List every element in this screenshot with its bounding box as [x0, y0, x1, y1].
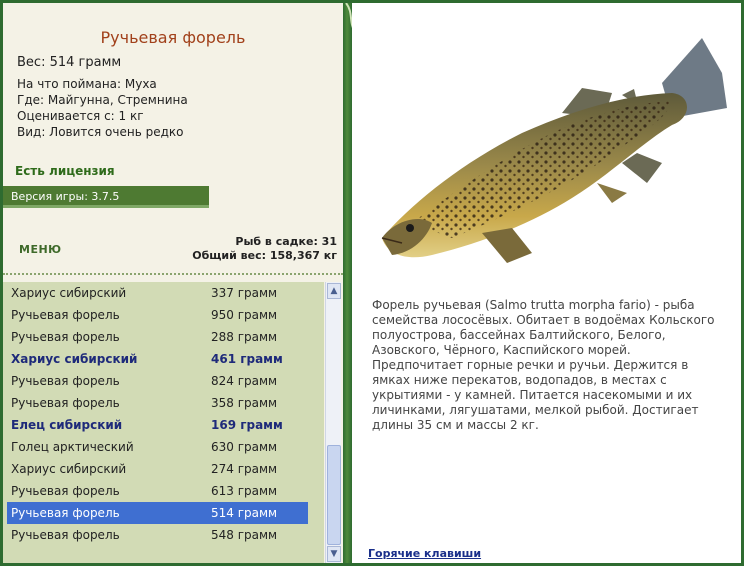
fish-weight-cell: 950 грамм: [211, 308, 278, 322]
caught-with: На что поймана: Муха: [17, 77, 157, 91]
list-item[interactable]: Ручьевая форель 358 грамм: [3, 392, 324, 414]
app-window: Ручьевая форель Вес: 514 грамм На что по…: [0, 0, 744, 566]
fish-weight-cell: 548 грамм: [211, 528, 278, 542]
game-version: Версия игры: 3.7.5: [3, 186, 209, 208]
list-item[interactable]: Голец арктический 630 грамм: [3, 436, 324, 458]
fish-info: На что поймана: Муха Где: Майгунна, Стре…: [17, 76, 188, 140]
hotkeys-link[interactable]: Горячие клавиши: [368, 547, 481, 560]
fish-weight-cell: 337 грамм: [211, 286, 278, 300]
fish-value: Оценивается с: 1 кг: [17, 109, 144, 123]
list-item[interactable]: Ручьевая форель 288 грамм: [3, 326, 324, 348]
fish-name: Хариус сибирский: [11, 462, 127, 476]
catch-location: Где: Майгунна, Стремнина: [17, 93, 188, 107]
fish-name: Ручьевая форель: [11, 396, 120, 410]
fish-weight-cell: 169 грамм: [211, 418, 283, 432]
fish-name: Елец сибирский: [11, 418, 123, 432]
fish-name: Ручьевая форель: [11, 528, 120, 542]
scrollbar-thumb[interactable]: [327, 445, 341, 545]
trout-image: [381, 38, 727, 263]
list-item[interactable]: Хариус сибирский 461 грамм: [3, 348, 324, 370]
fish-name: Ручьевая форель: [11, 308, 120, 322]
fish-title: Ручьевая форель: [100, 28, 246, 47]
fish-name: Ручьевая форель: [11, 484, 120, 498]
fish-rarity: Вид: Ловится очень редко: [17, 125, 184, 139]
list-item[interactable]: Ручьевая форель 514 грамм: [7, 502, 308, 524]
fish-name: Голец арктический: [11, 440, 134, 454]
fish-weight-cell: 288 грамм: [211, 330, 278, 344]
panel-divider: [343, 3, 352, 563]
list-item[interactable]: Ручьевая форель 950 грамм: [3, 304, 324, 326]
fish-weight-cell: 461 грамм: [211, 352, 283, 366]
fish-weight-cell: 613 грамм: [211, 484, 278, 498]
chevron-down-icon[interactable]: ▼: [327, 546, 341, 562]
list-item[interactable]: Елец сибирский 169 грамм: [3, 414, 324, 436]
fish-weight-cell: 514 грамм: [211, 506, 278, 520]
fish-description: Форель ручьевая (Salmo trutta morpha far…: [372, 298, 715, 432]
fish-weight: Вес: 514 грамм: [17, 55, 122, 70]
total-weight: Общий вес: 158,367 кг: [192, 249, 337, 262]
fish-weight-cell: 274 грамм: [211, 462, 278, 476]
list-item[interactable]: Хариус сибирский 274 грамм: [3, 458, 324, 480]
cage-stats: Рыб в садке: 31 Общий вес: 158,367 кг: [192, 235, 337, 263]
fish-in-cage: Рыб в садке: 31: [235, 235, 337, 248]
fish-name: Хариус сибирский: [11, 352, 138, 366]
fish-list[interactable]: Хариус сибирский 337 грамм Ручьевая форель…: [3, 282, 324, 563]
list-item[interactable]: Ручьевая форель 824 грамм: [3, 370, 324, 392]
fish-weight-cell: 630 грамм: [211, 440, 278, 454]
list-item[interactable]: Ручьевая форель 613 грамм: [3, 480, 324, 502]
fish-weight-cell: 358 грамм: [211, 396, 278, 410]
left-panel: Ручьевая форель Вес: 514 грамм На что по…: [3, 3, 343, 563]
list-item[interactable]: Хариус сибирский 337 грамм: [3, 282, 324, 304]
fish-name: Ручьевая форель: [11, 374, 120, 388]
menu-button[interactable]: МЕНЮ: [19, 243, 62, 256]
right-panel: Форель ручьевая (Salmo trutta morpha far…: [352, 3, 741, 563]
chevron-up-icon[interactable]: ▲: [327, 283, 341, 299]
fish-name: Ручьевая форель: [11, 506, 120, 520]
list-scrollbar[interactable]: ▲ ▼: [325, 282, 341, 563]
dotted-divider: [3, 273, 343, 275]
license-status: Есть лицензия: [15, 164, 115, 178]
fish-weight-cell: 824 грамм: [211, 374, 278, 388]
fish-name: Ручьевая форель: [11, 330, 120, 344]
fish-name: Хариус сибирский: [11, 286, 127, 300]
list-item[interactable]: Ручьевая форель 548 грамм: [3, 524, 324, 546]
